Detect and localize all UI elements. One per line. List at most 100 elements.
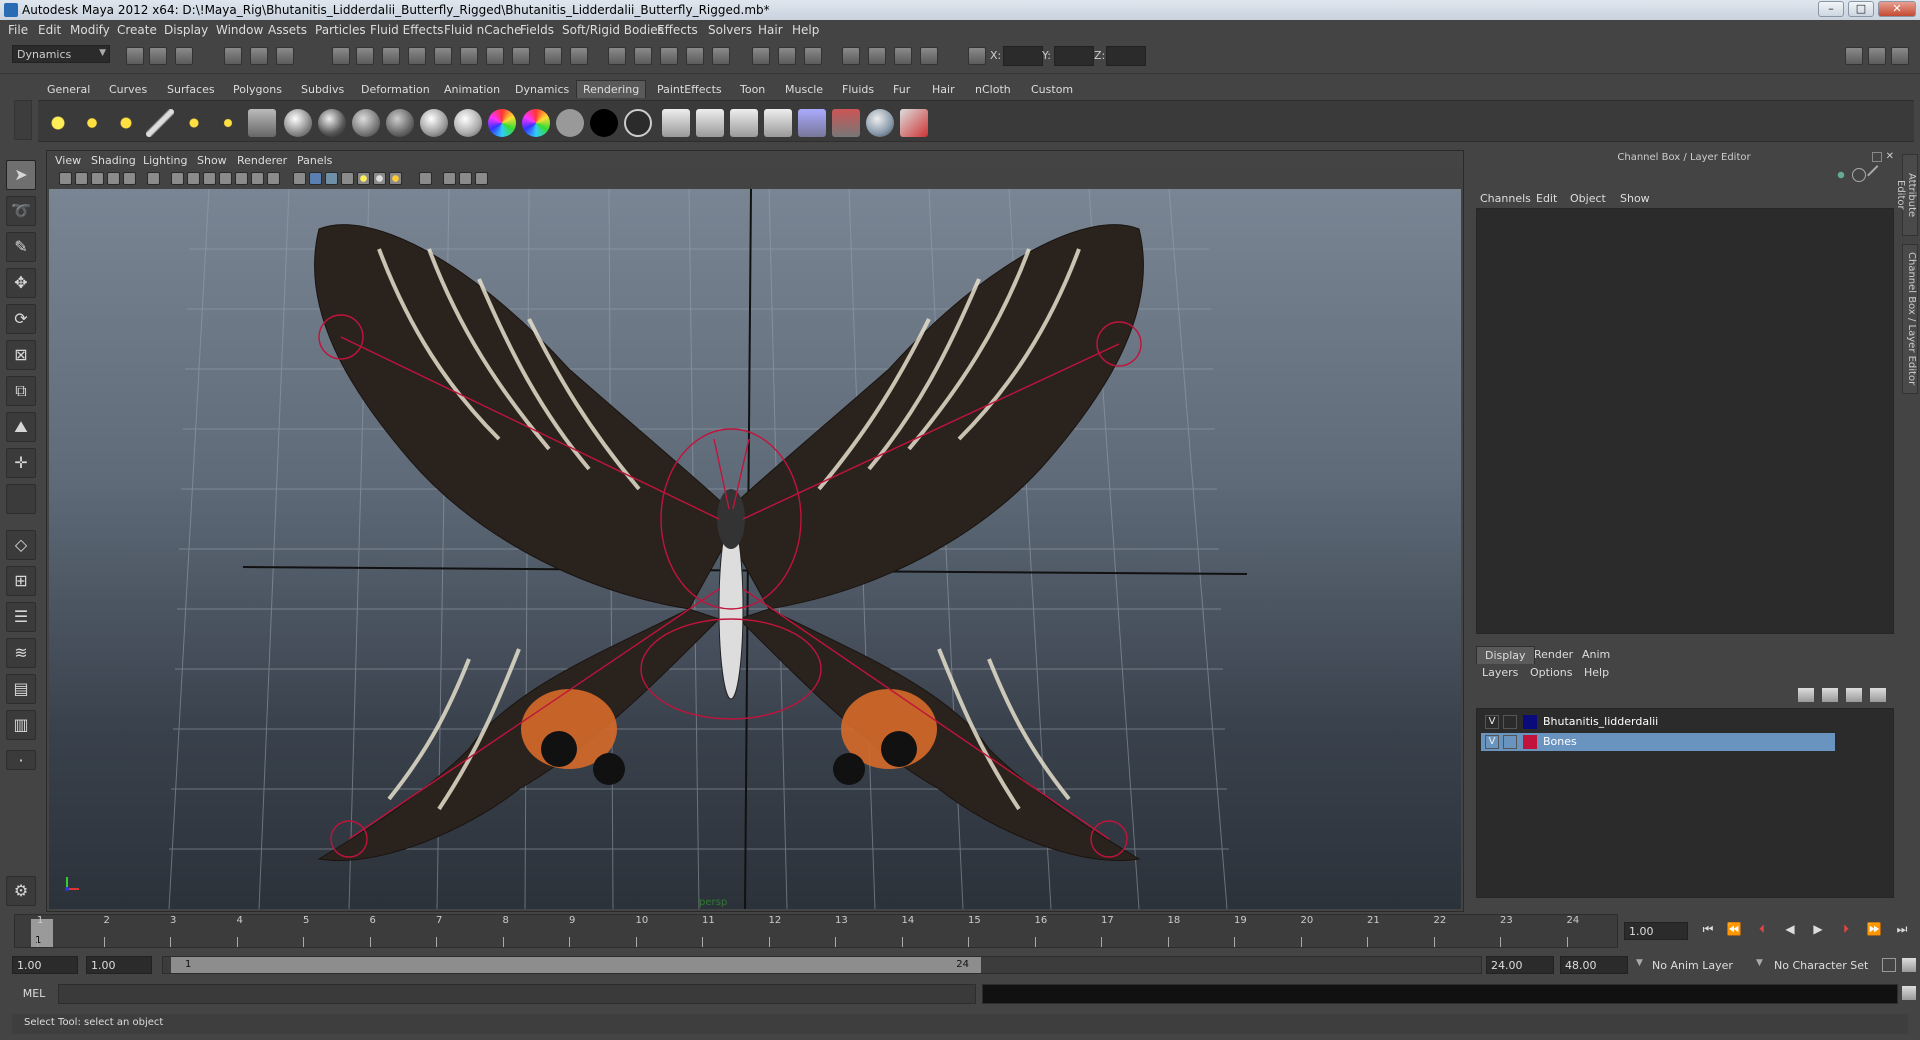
play-forwards-icon[interactable]: ▶ (1808, 922, 1828, 936)
butterfly-model[interactable] (314, 224, 1144, 861)
open-scene-icon[interactable] (149, 47, 167, 65)
smooth-shade-icon[interactable] (309, 172, 322, 185)
menu-display[interactable]: Display (164, 23, 208, 37)
close-button[interactable]: ✕ (1878, 1, 1916, 17)
xray-icon[interactable] (443, 172, 456, 185)
render-layer-icon[interactable] (868, 47, 886, 65)
shelf-tab-hair[interactable]: Hair (925, 80, 962, 98)
use-background-icon[interactable] (590, 109, 618, 137)
select-component-icon[interactable] (276, 47, 294, 65)
attribute-editor-tab[interactable]: Attribute Editor (1895, 154, 1918, 236)
layout-hypershade-persp[interactable]: ▤ (6, 674, 36, 704)
show-tool-settings-icon[interactable] (804, 47, 822, 65)
edit-icon[interactable] (1867, 165, 1887, 185)
le-menu-layers[interactable]: Layers (1482, 666, 1518, 679)
rotate-tool[interactable]: ⟳ (6, 304, 36, 334)
shelf-tab-animation[interactable]: Animation (437, 80, 507, 98)
shelf-tab-ncloth[interactable]: nCloth (968, 80, 1018, 98)
range-slider-track[interactable]: 1 24 (162, 956, 1482, 974)
paint-shelf-icon[interactable] (900, 109, 928, 137)
tab-render[interactable]: Render (1526, 646, 1581, 664)
z-input[interactable] (1106, 46, 1146, 66)
shading-map-icon[interactable] (624, 109, 652, 137)
render-settings-icon[interactable] (660, 47, 678, 65)
shadows-icon[interactable] (373, 172, 386, 185)
scale-tool[interactable]: ⊠ (6, 340, 36, 370)
layout-icon[interactable] (1845, 47, 1863, 65)
show-manipulator-tool[interactable]: ✛ (6, 448, 36, 478)
blinn-sphere-icon[interactable] (284, 109, 312, 137)
layer-color-swatch[interactable] (1523, 715, 1537, 729)
shelf-tab-fluids[interactable]: Fluids (835, 80, 881, 98)
layer-color-swatch[interactable] (1523, 735, 1537, 749)
shelf-tab-custom[interactable]: Custom (1024, 80, 1080, 98)
bookmark-icon[interactable] (91, 172, 104, 185)
batch-render-icon[interactable] (764, 109, 792, 137)
script-editor-icon[interactable] (1902, 986, 1916, 1000)
layer-row[interactable]: V Bhutanitis_lidderdalii (1481, 713, 1835, 731)
xray-joints-icon[interactable] (459, 172, 472, 185)
select-object-icon[interactable] (250, 47, 268, 65)
layout-split-icon[interactable] (1868, 47, 1886, 65)
camera-shelf-icon[interactable] (248, 109, 276, 137)
render-view-shelf-icon[interactable] (662, 109, 690, 137)
render-current-shelf-icon[interactable] (696, 109, 724, 137)
camera-attributes-icon[interactable] (75, 172, 88, 185)
phong-sphere-icon[interactable] (352, 109, 380, 137)
show-attribute-editor-icon[interactable] (778, 47, 796, 65)
grid-toggle-icon[interactable] (171, 172, 184, 185)
channel-box-tab[interactable]: Channel Box / Layer Editor (1902, 244, 1918, 394)
construction-history-icon[interactable] (486, 47, 504, 65)
character-set-dropdown[interactable]: No Character Set (1774, 959, 1868, 972)
ramp-shader-icon[interactable] (488, 109, 516, 137)
x-input[interactable] (1003, 46, 1043, 66)
two-d-pan-icon[interactable] (123, 172, 136, 185)
hypershade-icon[interactable] (686, 47, 704, 65)
xray-components-icon[interactable] (475, 172, 488, 185)
phonge-sphere-icon[interactable] (386, 109, 414, 137)
menu-effects[interactable]: Effects (657, 23, 698, 37)
layout-four-view[interactable]: ⊞ (6, 566, 36, 596)
menu-soft-rigid-bodies[interactable]: Soft/Rigid Bodies (562, 23, 664, 37)
absolute-transform-icon[interactable] (968, 47, 986, 65)
time-slider-track[interactable]: 1 1 2 3 4 5 6 7 8 9 10 11 12 13 14 15 16 17 18 19 20 21 22 23 2… (14, 914, 1618, 948)
menu-edit[interactable]: Edit (38, 23, 61, 37)
textured-icon[interactable] (341, 172, 354, 185)
shelf-tab-painteffects[interactable]: PaintEffects (650, 80, 729, 98)
vp-menu-lighting[interactable]: Lighting (143, 154, 187, 167)
point-light-icon[interactable] (112, 109, 140, 137)
help-icon[interactable] (512, 47, 530, 65)
go-to-end-icon[interactable]: ⏭ (1892, 922, 1912, 937)
shelf-tab-fur[interactable]: Fur (886, 80, 917, 98)
new-layer-selected-icon[interactable] (1870, 688, 1886, 702)
last-tool[interactable] (6, 484, 36, 514)
isolate-select-icon[interactable] (419, 172, 432, 185)
cb-menu-show[interactable]: Show (1620, 192, 1650, 205)
float-panel-icon[interactable] (1872, 152, 1882, 162)
quick-layout-toggle[interactable]: ⚙ (6, 876, 36, 906)
shelf-tab-rendering[interactable]: Rendering (576, 80, 647, 98)
snap-live-icon[interactable] (434, 47, 452, 65)
layout-graph-persp[interactable]: ≋ (6, 638, 36, 668)
new-layer-icon[interactable] (1846, 688, 1862, 702)
range-slider-bar[interactable]: 1 24 (171, 957, 981, 973)
tab-anim[interactable]: Anim (1574, 646, 1618, 664)
menu-help[interactable]: Help (792, 23, 819, 37)
anisotropic-sphere-icon[interactable] (420, 109, 448, 137)
shelf-tab-muscle[interactable]: Muscle (778, 80, 830, 98)
menu-solvers[interactable]: Solvers (708, 23, 752, 37)
animation-end-field[interactable]: 48.00 (1560, 956, 1628, 974)
menu-window[interactable]: Window (216, 23, 263, 37)
le-menu-help[interactable]: Help (1584, 666, 1609, 679)
anim-layer-dropdown[interactable]: No Anim Layer (1652, 959, 1733, 972)
attribute-toggle-icon[interactable] (1852, 168, 1866, 182)
safe-action-icon[interactable] (251, 172, 264, 185)
shelf-tab-toon[interactable]: Toon (733, 80, 772, 98)
menu-fluid-ncache[interactable]: Fluid nCache (444, 23, 522, 37)
paint-select-tool[interactable]: ✎ (6, 232, 36, 262)
playback-start-field[interactable]: 1.00 (86, 956, 152, 974)
play-backwards-icon[interactable]: ◀ (1780, 922, 1800, 936)
history-icon[interactable] (460, 47, 478, 65)
layout-more[interactable]: · (6, 750, 36, 770)
layout-single-perspective[interactable]: ◇ (6, 530, 36, 560)
